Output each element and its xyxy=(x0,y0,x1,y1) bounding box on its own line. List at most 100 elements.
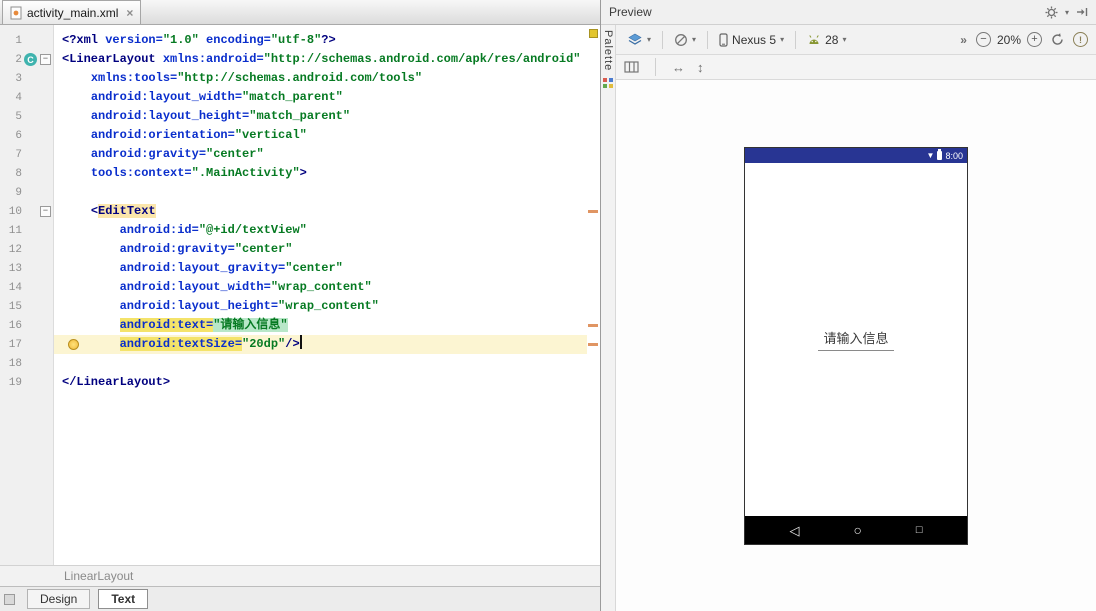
code-line[interactable]: android:gravity="center" xyxy=(62,240,587,259)
api-level: 28 xyxy=(825,32,839,47)
breadcrumb[interactable]: LinearLayout xyxy=(0,569,133,583)
variants-icon[interactable] xyxy=(624,61,639,73)
line-number: 9 xyxy=(15,186,22,199)
fold-icon[interactable]: − xyxy=(40,206,51,217)
line-number: 8 xyxy=(15,167,22,180)
code-line[interactable]: android:layout_height="match_parent" xyxy=(62,107,587,126)
error-stripe xyxy=(587,25,600,565)
device-preview: ▼ 8:00 请输入信息 ◁ ○ □ xyxy=(744,147,968,545)
horizontal-resize-icon[interactable]: ↔ xyxy=(672,60,685,75)
stripe-marker[interactable] xyxy=(588,210,598,213)
wifi-icon: ▼ xyxy=(926,150,935,160)
tab-design[interactable]: Design xyxy=(27,589,91,609)
dropdown-arrow-icon: ▾ xyxy=(842,35,847,44)
gutter-line: 13 xyxy=(0,259,53,278)
gear-dropdown-arrow-icon[interactable]: ▾ xyxy=(1065,8,1069,17)
preview-title: Preview xyxy=(609,5,652,19)
gutter-line: 6 xyxy=(0,126,53,145)
close-tab-icon[interactable]: × xyxy=(126,6,133,20)
gutter-line: 10 − xyxy=(0,202,53,221)
nav-recents-icon: □ xyxy=(915,523,923,536)
gutter-line: 8 xyxy=(0,164,53,183)
gutter-line: 17 xyxy=(0,335,53,354)
code-line[interactable]: tools:context=".MainActivity"> xyxy=(62,164,587,183)
code-line[interactable] xyxy=(62,183,587,202)
vertical-resize-icon[interactable]: ↕ xyxy=(697,60,704,75)
code-line[interactable] xyxy=(62,354,587,373)
tab-text[interactable]: Text xyxy=(98,589,149,609)
device-screen: 请输入信息 xyxy=(745,163,967,516)
gutter-line: 18 xyxy=(0,354,53,373)
editor-pane: activity_main.xml × 1 2 C −3 4 5 6 7 8 9 10−11 12 13… xyxy=(0,0,601,611)
preview-header: Preview ▾ xyxy=(601,0,1096,25)
device-dropdown[interactable]: Nexus 5 ▾ xyxy=(716,31,787,49)
editor-tab-title: activity_main.xml xyxy=(27,5,119,20)
line-number: 6 xyxy=(15,129,22,142)
inspections-status-icon[interactable] xyxy=(589,29,598,38)
gutter-line: 2 C − xyxy=(0,50,53,69)
gutter-line: 4 xyxy=(0,88,53,107)
code-line[interactable]: android:layout_height="wrap_content" xyxy=(62,297,587,316)
code-line[interactable]: android:orientation="vertical" xyxy=(62,126,587,145)
line-number: 7 xyxy=(15,148,22,161)
palette-tab[interactable]: Palette xyxy=(602,30,614,71)
stripe-marker[interactable] xyxy=(588,343,598,346)
hide-panel-icon[interactable] xyxy=(1076,6,1088,18)
dropdown-arrow-icon: ▾ xyxy=(692,35,697,44)
gutter: 1 2 C −3 4 5 6 7 8 9 10−11 12 13 14 15 16 17 18 19 xyxy=(0,25,54,565)
stripe-marker[interactable] xyxy=(588,324,598,327)
code-line[interactable]: </LinearLayout> xyxy=(62,373,587,392)
line-number: 11 xyxy=(8,224,22,237)
code-line[interactable]: <EditText xyxy=(62,202,587,221)
code-line[interactable]: android:gravity="center" xyxy=(62,145,587,164)
refresh-icon[interactable] xyxy=(1050,32,1065,47)
intention-bulb-icon[interactable] xyxy=(68,339,79,350)
api-level-dropdown[interactable]: 28 ▾ xyxy=(804,31,849,49)
render-errors-icon[interactable]: ! xyxy=(1073,32,1088,47)
gutter-line: 15 xyxy=(0,297,53,316)
zoom-out-icon[interactable]: − xyxy=(975,32,991,47)
zoom-level: 20% xyxy=(996,32,1021,47)
code-line[interactable]: android:layout_gravity="center" xyxy=(62,259,587,278)
toolwindow-toggle-icon[interactable] xyxy=(4,593,15,605)
tab-activity-main-xml[interactable]: activity_main.xml × xyxy=(2,0,142,24)
code-line[interactable]: android:layout_width="match_parent" xyxy=(62,88,587,107)
code-line[interactable]: <LinearLayout xmlns:android="http://sche… xyxy=(62,50,587,69)
device-name: Nexus 5 xyxy=(732,32,777,47)
context-gutter-icon[interactable]: C xyxy=(24,53,37,66)
preview-toolbar: ▾ ▾ Nexus 5 ▾ 28 ▾ » − 20% + ! xyxy=(616,25,1096,55)
nav-back-icon: ◁ xyxy=(789,522,800,538)
code-line[interactable]: android:text="请输入信息" xyxy=(62,316,587,335)
status-clock: 8:00 xyxy=(945,150,963,161)
fold-icon[interactable]: − xyxy=(40,54,51,65)
code-line[interactable]: android:layout_width="wrap_content" xyxy=(62,278,587,297)
code-line[interactable]: android:id="@+id/textView" xyxy=(62,221,587,240)
android-studio-window: activity_main.xml × 1 2 C −3 4 5 6 7 8 9 10−11 12 13… xyxy=(0,0,1096,611)
android-icon xyxy=(807,34,821,46)
preview-toolbar-secondary: ↔ ↕ xyxy=(616,55,1096,80)
orientation-dropdown[interactable]: ▾ xyxy=(624,30,654,50)
gutter-line: 16 xyxy=(0,316,53,335)
theme-dropdown[interactable]: ▾ xyxy=(671,31,699,49)
line-number: 16 xyxy=(8,319,22,332)
zoom-in-icon[interactable]: + xyxy=(1027,32,1042,47)
xml-file-icon xyxy=(10,6,22,20)
code-line[interactable]: android:textSize="20dp"/> xyxy=(54,335,587,354)
line-number: 13 xyxy=(8,262,22,275)
line-number: 1 xyxy=(15,34,22,47)
code-lines[interactable]: <?xml version="1.0" encoding="utf-8"?> <L… xyxy=(54,25,587,565)
editor-tab-bar: activity_main.xml × xyxy=(0,0,600,25)
line-number: 2 xyxy=(15,53,22,66)
preview-canvas: ▼ 8:00 请输入信息 ◁ ○ □ xyxy=(616,80,1096,611)
line-number: 15 xyxy=(8,300,22,313)
toolbar-overflow-icon[interactable]: » xyxy=(960,33,967,47)
code-line[interactable]: xmlns:tools="http://schemas.android.com/… xyxy=(62,69,587,88)
nav-home-icon: ○ xyxy=(853,522,862,538)
palette-icon[interactable] xyxy=(603,78,613,89)
gear-icon[interactable] xyxy=(1045,6,1058,19)
code-line[interactable]: <?xml version="1.0" encoding="utf-8"?> xyxy=(62,31,587,50)
code-editor: 1 2 C −3 4 5 6 7 8 9 10−11 12 13 14 15 16 17 18 19 <?xml v… xyxy=(0,25,600,565)
line-number: 17 xyxy=(8,338,22,351)
edittext-preview[interactable]: 请输入信息 xyxy=(818,328,894,351)
line-number: 14 xyxy=(8,281,22,294)
